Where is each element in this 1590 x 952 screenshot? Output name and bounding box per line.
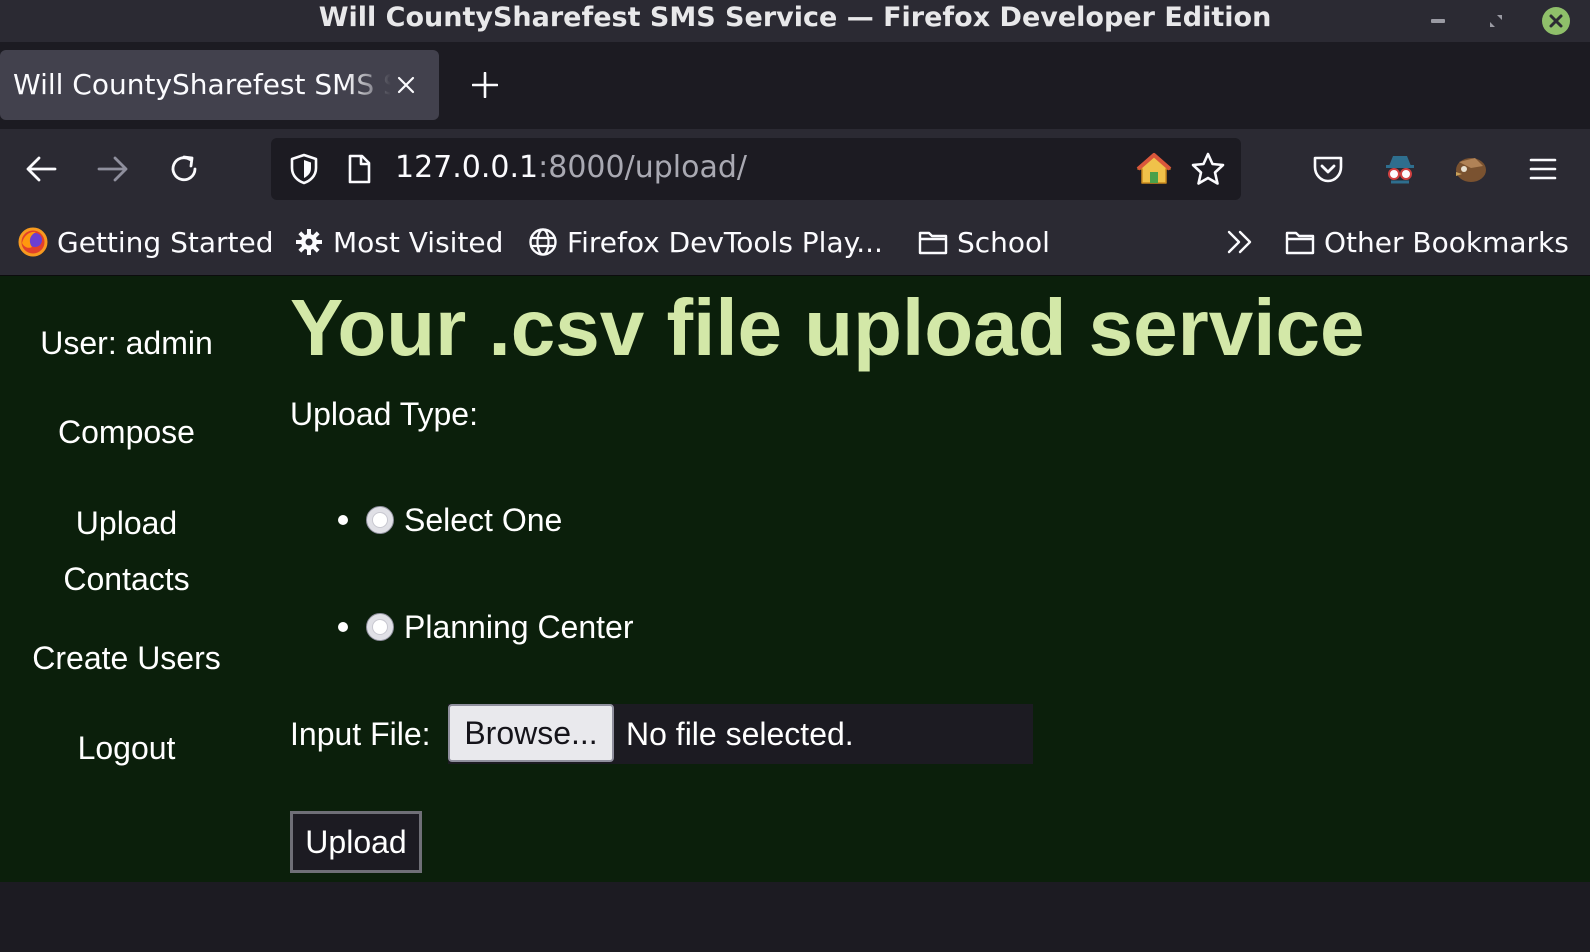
radio-button[interactable]	[366, 506, 394, 534]
new-tab-button[interactable]	[468, 68, 502, 102]
plus-icon	[472, 72, 498, 98]
maximize-icon	[1490, 15, 1502, 27]
page-bottom-area	[0, 882, 1590, 952]
user-label: User: admin	[40, 325, 213, 361]
bookmark-folder-school[interactable]: School	[917, 222, 1050, 262]
forward-button[interactable]	[93, 149, 133, 189]
upload-contacts-line1: Upload	[75, 505, 178, 541]
bookmark-label: Most Visited	[333, 225, 504, 259]
url-text[interactable]: 127.0.0.1:8000/upload/	[395, 150, 747, 185]
sidebar-user-label: User: admin	[0, 318, 253, 374]
radio-dot	[372, 619, 388, 635]
page-content: User: admin Compose Upload Contacts Creat…	[0, 276, 1590, 882]
upload-button[interactable]: Upload	[290, 811, 422, 873]
gear-icon	[293, 226, 325, 258]
navigation-toolbar: 127.0.0.1:8000/upload/	[0, 129, 1590, 208]
upload-contacts-link[interactable]: Upload Contacts	[63, 505, 189, 597]
create-users-link[interactable]: Create Users	[32, 640, 221, 676]
window-title-bar: Will CountySharefest SMS Service — Firef…	[0, 0, 1590, 42]
close-icon	[1542, 7, 1570, 35]
input-file-label: Input File:	[290, 716, 431, 752]
file-input[interactable]: Browse... No file selected.	[448, 704, 1033, 764]
radio-label: Select One	[404, 501, 563, 538]
bookmark-label: Firefox DevTools Play...	[567, 225, 883, 259]
radio-dot	[372, 512, 388, 528]
arrow-right-icon	[97, 156, 128, 182]
star-icon	[1191, 152, 1225, 185]
close-window-button[interactable]	[1541, 6, 1571, 36]
window-title: Will CountySharefest SMS Service — Firef…	[318, 2, 1272, 33]
close-icon	[397, 76, 415, 94]
bookmarks-toolbar: Getting Started Most Visited Firefox Dev…	[0, 208, 1590, 276]
page-info-icon[interactable]	[342, 152, 376, 186]
home-button[interactable]	[1135, 150, 1173, 188]
maximize-button[interactable]	[1482, 6, 1510, 36]
sidebar-item-create-users[interactable]: Create Users	[0, 633, 253, 689]
upload-type-label: Upload Type:	[290, 396, 478, 432]
spy-extension-icon	[1386, 156, 1414, 184]
bookmark-firefox-devtools[interactable]: Firefox DevTools Play...	[527, 222, 883, 262]
tab-title: Will CountySharefest SMS Service	[13, 68, 391, 101]
folder-icon	[1284, 226, 1316, 258]
tab-close-button[interactable]	[393, 72, 419, 98]
radio-option-select-one[interactable]: Select One	[338, 500, 562, 540]
firefox-icon	[17, 226, 49, 258]
home-icon	[1136, 153, 1172, 184]
arrow-left-icon	[26, 156, 57, 182]
url-bar[interactable]: 127.0.0.1:8000/upload/	[271, 138, 1241, 200]
extension-button-spy[interactable]	[1380, 149, 1420, 189]
pocket-icon	[1313, 156, 1343, 183]
radio-button[interactable]	[366, 613, 394, 641]
radio-label: Planning Center	[404, 608, 634, 645]
hamburger-menu-icon	[1529, 158, 1557, 180]
logout-link[interactable]: Logout	[78, 730, 176, 766]
reload-icon	[171, 155, 197, 182]
browse-button[interactable]: Browse...	[448, 704, 614, 762]
bookmark-getting-started[interactable]: Getting Started	[17, 222, 273, 262]
globe-icon	[527, 226, 559, 258]
bullet-marker	[338, 622, 348, 632]
bullet-marker	[338, 515, 348, 525]
reload-button[interactable]	[164, 149, 204, 189]
application-menu-button[interactable]	[1523, 149, 1563, 189]
sidebar-item-compose[interactable]: Compose	[0, 407, 253, 463]
page-title: Your .csv file upload service	[290, 283, 1365, 372]
compose-link[interactable]: Compose	[58, 414, 195, 450]
bookmark-label: School	[957, 225, 1050, 259]
bookmark-folder-other[interactable]: Other Bookmarks	[1284, 222, 1569, 262]
bookmark-label: Other Bookmarks	[1324, 225, 1569, 259]
bookmarks-overflow-button[interactable]	[1224, 222, 1264, 262]
double-chevron-right-icon	[1224, 226, 1256, 258]
minimize-icon	[1431, 19, 1445, 23]
url-path: :8000/upload/	[538, 150, 747, 185]
bookmark-label: Getting Started	[57, 225, 274, 259]
tab-sms-service[interactable]: Will CountySharefest SMS Service	[0, 50, 439, 120]
bookmark-most-visited[interactable]: Most Visited	[293, 222, 503, 262]
tracking-protection-shield-icon[interactable]	[287, 152, 321, 186]
sidebar-item-upload-contacts[interactable]: Upload Contacts	[0, 498, 253, 610]
document-icon	[348, 154, 371, 184]
back-button[interactable]	[21, 149, 61, 189]
extension-button-bird[interactable]	[1451, 149, 1491, 189]
bookmark-star-button[interactable]	[1189, 150, 1227, 188]
upload-contacts-line2: Contacts	[63, 561, 190, 597]
bird-extension-icon	[1456, 158, 1486, 182]
minimize-button[interactable]	[1424, 6, 1452, 36]
folder-icon	[917, 226, 949, 258]
radio-option-planning-center[interactable]: Planning Center	[338, 607, 633, 647]
file-status-text: No file selected.	[626, 716, 854, 752]
tab-strip: Will CountySharefest SMS Service	[0, 42, 1590, 129]
pocket-button[interactable]	[1308, 149, 1348, 189]
sidebar-item-logout[interactable]: Logout	[0, 723, 253, 779]
shield-icon	[290, 153, 318, 185]
url-host: 127.0.0.1	[395, 150, 539, 185]
